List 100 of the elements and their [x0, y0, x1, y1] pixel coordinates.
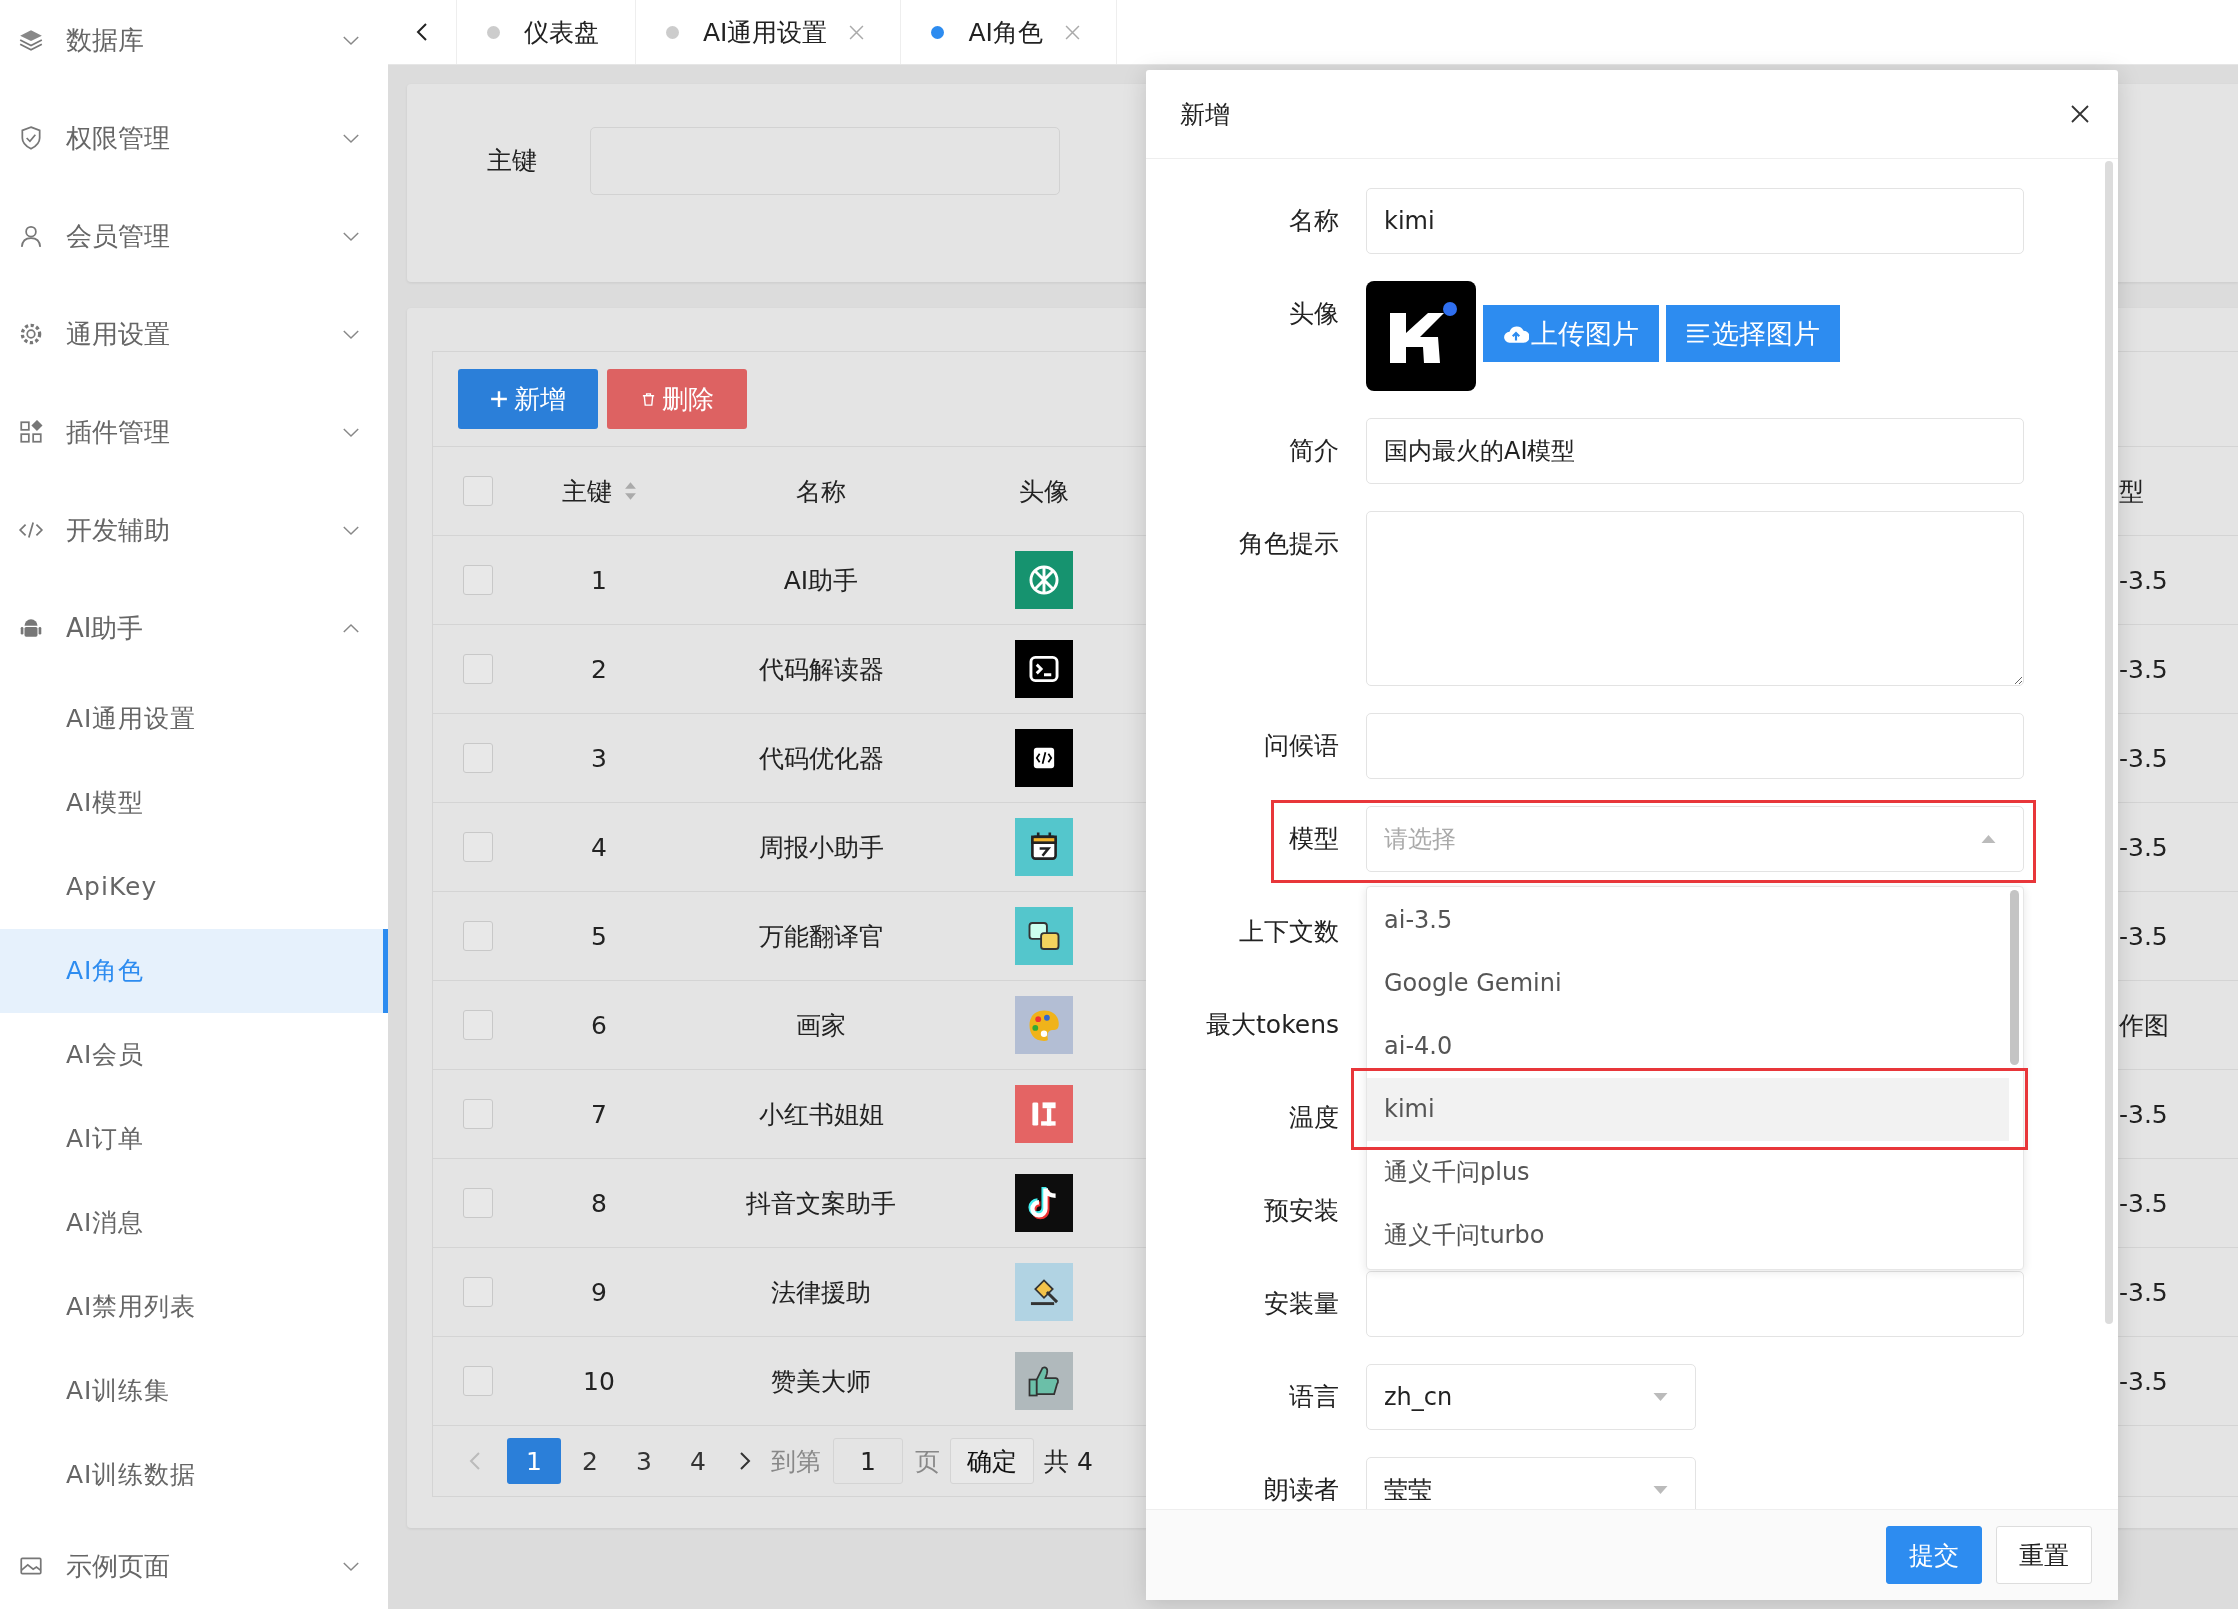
- table-cell-text: AI助手: [783, 564, 859, 597]
- table-cell: -3.5: [2119, 743, 2168, 773]
- checkbox[interactable]: [463, 1366, 493, 1396]
- sidebar-subitem[interactable]: AI训练数据: [0, 1433, 388, 1517]
- checkbox[interactable]: [463, 1188, 493, 1218]
- checkbox[interactable]: [463, 1010, 493, 1040]
- upload-button[interactable]: 上传图片: [1483, 305, 1659, 362]
- plus-icon: [490, 390, 508, 408]
- table-cell-text: 赞美大师: [771, 1365, 871, 1398]
- sidebar-subitem[interactable]: AI消息: [0, 1181, 388, 1265]
- sidebar-item[interactable]: 通用设置: [0, 285, 388, 383]
- dropdown-option[interactable]: ai-4.0: [1367, 1015, 2009, 1078]
- terminal-icon: [1015, 640, 1073, 698]
- checkbox[interactable]: [463, 832, 493, 862]
- add-button[interactable]: 新增: [458, 369, 598, 429]
- select-field[interactable]: 莹莹: [1366, 1457, 1696, 1509]
- field-label: 角色提示: [1238, 528, 1339, 560]
- field-label: 头像: [1288, 298, 1339, 330]
- sidebar-subitem[interactable]: ApiKey: [0, 845, 388, 929]
- field-label: 问候语: [1263, 730, 1339, 762]
- sidebar-subitem[interactable]: AI订单: [0, 1097, 388, 1181]
- table-cell-text: 作图: [2119, 1009, 2169, 1042]
- sidebar-item[interactable]: 会员管理: [0, 187, 388, 285]
- sidebar-subitem[interactable]: AI会员: [0, 1013, 388, 1097]
- checkbox[interactable]: [463, 476, 493, 506]
- table-cell: 8: [591, 1188, 607, 1218]
- checkbox[interactable]: [463, 654, 493, 684]
- dropdown-option[interactable]: ai-3.5: [1367, 889, 2009, 952]
- sidebar-subitem[interactable]: AI模型: [0, 761, 388, 845]
- sidebar-subitem[interactable]: AI禁用列表: [0, 1265, 388, 1349]
- tab[interactable]: AI通用设置: [636, 0, 902, 64]
- field-label: 安装量: [1263, 1288, 1339, 1320]
- field-label: 简介: [1288, 435, 1339, 467]
- page-button[interactable]: 2: [563, 1438, 617, 1484]
- field-label: 温度: [1288, 1102, 1339, 1134]
- table-cell: -3.5: [2119, 921, 2168, 951]
- sidebar-subitem[interactable]: AI角色: [0, 929, 388, 1013]
- checkbox[interactable]: [463, 1099, 493, 1129]
- input-field[interactable]: [1366, 1271, 2024, 1337]
- reset-button[interactable]: 重置: [1996, 1526, 2092, 1584]
- sidebar-item[interactable]: 示例页面: [0, 1517, 388, 1609]
- thumbs-up-icon: [1015, 1352, 1073, 1410]
- submit-button[interactable]: 提交: [1886, 1526, 1982, 1584]
- sidebar-item[interactable]: 权限管理: [0, 89, 388, 187]
- dropdown-option[interactable]: kimi: [1367, 1078, 2009, 1141]
- sidebar-item[interactable]: 开发辅助: [0, 481, 388, 579]
- sidebar-item[interactable]: 插件管理: [0, 383, 388, 481]
- dropdown-option[interactable]: 通义千问turbo: [1367, 1204, 2009, 1267]
- select-field[interactable]: zh_cn: [1366, 1364, 1696, 1430]
- page-unit: 页: [915, 1445, 940, 1478]
- dropdown-option[interactable]: Google Gemini: [1367, 952, 2009, 1015]
- table-cell: -3.5: [2119, 654, 2168, 684]
- confirm-button[interactable]: 确定: [950, 1438, 1034, 1484]
- table-cell: 7: [591, 1099, 607, 1129]
- gear-icon: [18, 321, 44, 347]
- input-field[interactable]: 国内最火的AI模型: [1366, 418, 2024, 484]
- goto-label: 到第: [771, 1445, 821, 1478]
- calendar-icon: [1015, 818, 1073, 876]
- dialog-title: 新增: [1180, 98, 1230, 131]
- sort-icon[interactable]: [623, 480, 637, 502]
- table-cell: -3.5: [2119, 832, 2168, 862]
- field-label: 名称: [1288, 205, 1339, 237]
- page-field[interactable]: 1: [833, 1438, 903, 1484]
- checkbox[interactable]: [463, 565, 493, 595]
- delete-button[interactable]: 删除: [607, 369, 747, 429]
- checkbox[interactable]: [463, 921, 493, 951]
- table-cell: 10: [583, 1366, 615, 1396]
- translate-icon: [1015, 907, 1073, 965]
- user-icon: [18, 223, 44, 249]
- scrollbar[interactable]: [2105, 161, 2113, 1324]
- field-label: 朗读者: [1263, 1474, 1339, 1506]
- cloud-upload-icon: [1503, 323, 1529, 344]
- column-header: 型: [2119, 475, 2144, 508]
- scrollbar[interactable]: [2010, 890, 2019, 1065]
- table-cell-text: 法律援助: [771, 1276, 871, 1309]
- music-note-icon: [1015, 1174, 1073, 1232]
- text-area[interactable]: [1366, 511, 2024, 686]
- dropdown-option[interactable]: 通义千问plus: [1367, 1141, 2009, 1204]
- choose-button[interactable]: 选择图片: [1666, 305, 1840, 362]
- tab[interactable]: AI角色: [901, 0, 1117, 64]
- sidebar-item[interactable]: AI助手: [0, 579, 388, 677]
- sidebar-item[interactable]: 数据库: [0, 0, 388, 89]
- close-icon[interactable]: [2070, 104, 2090, 124]
- checkbox[interactable]: [463, 1277, 493, 1307]
- field-label: 最大tokens: [1205, 1009, 1339, 1041]
- page-button[interactable]: 1: [507, 1438, 561, 1484]
- page-button[interactable]: 3: [617, 1438, 671, 1484]
- checkbox[interactable]: [463, 743, 493, 773]
- table-cell: 6: [591, 1010, 607, 1040]
- input-field[interactable]: kimi: [1366, 188, 2024, 254]
- tab[interactable]: 仪表盘: [457, 0, 636, 64]
- sidebar-subitem[interactable]: AI通用设置: [0, 677, 388, 761]
- input-field[interactable]: [1366, 713, 2024, 779]
- sidebar-subitem[interactable]: AI训练集: [0, 1349, 388, 1433]
- field-label: 预安装: [1263, 1195, 1339, 1227]
- page-button[interactable]: 4: [671, 1438, 725, 1484]
- table-cell: -3.5: [2119, 565, 2168, 595]
- field-label: 语言: [1288, 1381, 1339, 1413]
- table-cell-text: 代码解读器: [758, 653, 884, 686]
- next-page-icon[interactable]: [739, 1450, 751, 1472]
